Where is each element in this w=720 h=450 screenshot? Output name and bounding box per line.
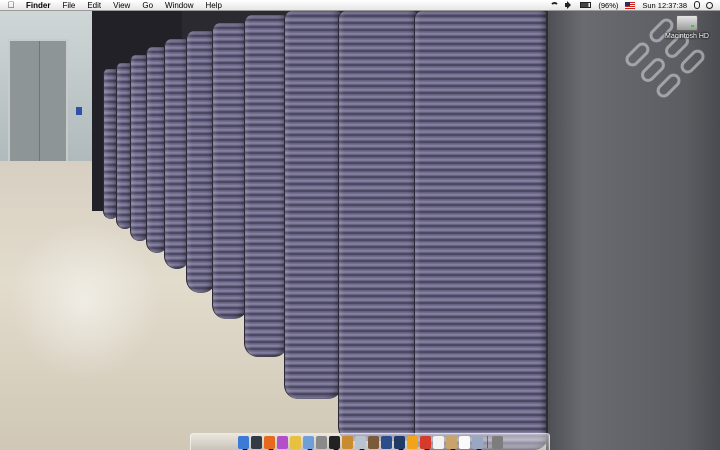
dock-photoshop-icon[interactable] [393,435,405,450]
dock [190,433,550,450]
menu-go[interactable]: Go [136,0,159,11]
menu-file[interactable]: File [56,0,81,11]
dock-stickies-icon[interactable] [406,435,418,449]
menu-edit[interactable]: Edit [81,0,107,11]
dock-trash-icon[interactable] [491,435,503,449]
battery-percent[interactable]: (96%) [594,0,622,11]
wallpaper-rack [212,23,248,319]
dock-dashboard-icon[interactable] [250,435,262,449]
menu-extras: (96%) Sun 12:37:38 [547,0,720,11]
wallpaper-rack [244,15,288,357]
bluetooth-icon[interactable] [694,1,700,9]
dock-chat-icon[interactable] [289,435,301,449]
menu-view[interactable]: View [107,0,136,11]
dock-textedit-icon[interactable] [341,435,353,449]
wallpaper-door [8,39,68,167]
dock-mail-icon[interactable] [419,435,431,450]
dock-tools-icon[interactable] [445,435,457,450]
dock-ical-icon[interactable] [432,435,444,449]
battery-icon[interactable] [580,2,592,8]
dock-expose-icon[interactable] [471,435,483,450]
desktop-icon-label: Macintosh HD [665,33,709,40]
menu-app-name[interactable]: Finder [22,0,56,11]
menu-window[interactable]: Window [159,0,199,11]
hard-drive-icon[interactable] [676,15,698,31]
wifi-icon[interactable] [550,2,560,8]
menu-help[interactable]: Help [199,0,227,11]
input-menu-flag-icon[interactable] [625,1,636,9]
wallpaper-rack [338,11,418,441]
dock-firefox-icon[interactable] [263,435,275,450]
dock-preview-icon[interactable] [302,435,314,450]
dock-finder-icon[interactable] [237,435,249,450]
dock-dictionary-icon[interactable] [380,435,392,449]
dock-separator [486,436,488,448]
wallpaper-floor-shine [10,221,160,381]
desktop-icon-macintosh-hd[interactable]: Macintosh HD [660,15,714,40]
menu-clock[interactable]: Sun 12:37:38 [638,0,691,11]
spotlight-icon[interactable] [706,1,713,9]
dock-system-preferences-icon[interactable] [315,435,327,449]
menu-bar:  Finder File Edit View Go Window Help (… [0,0,720,11]
desktop-wallpaper [0,11,720,450]
wallpaper-door-sign [76,107,82,115]
dock-x11-icon[interactable] [458,435,470,449]
wallpaper-rack [414,11,548,450]
wallpaper-rack [284,11,342,399]
dock-address-book-icon[interactable] [367,435,379,449]
dock-itunes-icon[interactable] [276,435,288,449]
apple-menu-icon[interactable]:  [0,0,22,10]
dock-photo-viewer-icon[interactable] [354,435,366,450]
dock-terminal-icon[interactable] [328,435,340,450]
volume-icon[interactable] [565,1,574,9]
